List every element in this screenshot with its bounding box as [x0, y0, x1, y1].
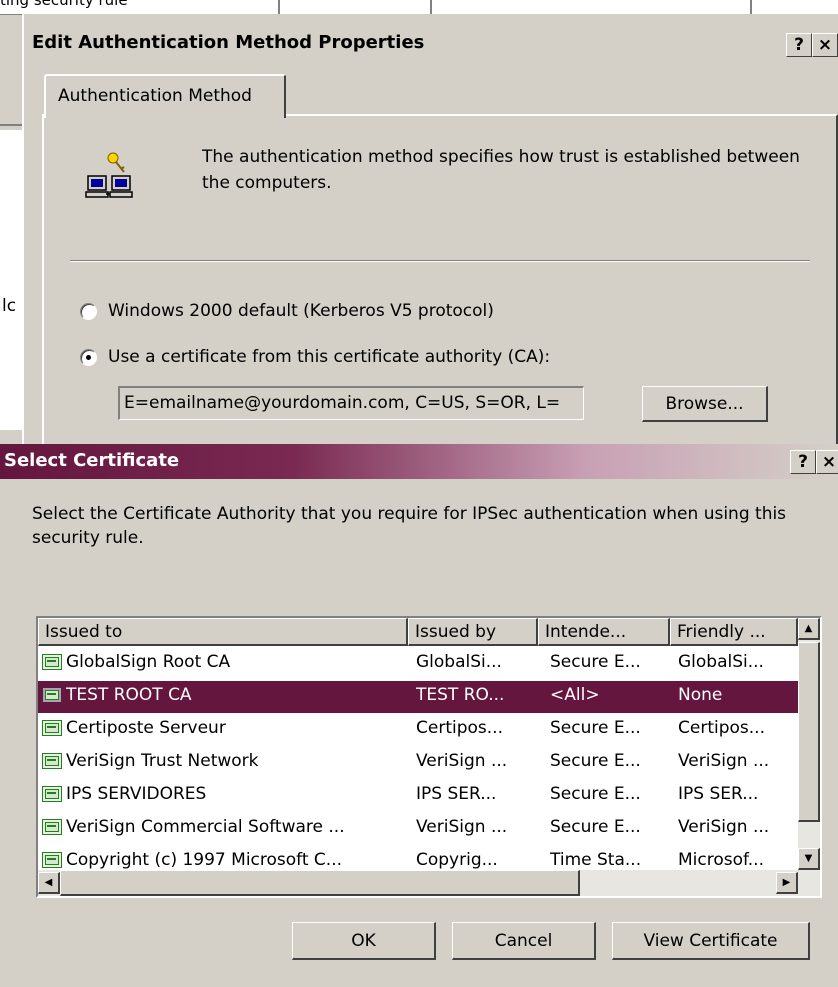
friendly-name-cell: Microsof...: [678, 850, 764, 870]
column-header-intended-purposes[interactable]: Intende...: [538, 618, 670, 646]
vertical-scrollbar[interactable]: ▲ ▼: [798, 618, 820, 870]
background-window-text: ting security rule: [0, 0, 128, 9]
edit-authentication-dialog: Edit Authentication Method Properties ? …: [22, 14, 838, 456]
method-description: The authentication method specifies how …: [202, 147, 800, 193]
intended-purposes-cell: Secure E...: [550, 784, 641, 804]
kerberos-radio[interactable]: [80, 302, 97, 320]
background-divider: [430, 0, 432, 14]
dialog-title: Select Certificate: [4, 450, 180, 471]
list-header: Issued to Issued by Intende... Friendly …: [38, 618, 798, 646]
issued-by-cell: GlobalSi...: [416, 652, 502, 672]
table-row[interactable]: GlobalSign Root CA GlobalSi... Secure E.…: [38, 648, 798, 680]
background-divider: [0, 124, 22, 126]
vertical-scroll-thumb[interactable]: [798, 642, 820, 822]
column-header-issued-to[interactable]: Issued to: [38, 618, 408, 646]
certificate-icon: [42, 786, 62, 802]
intended-purposes-cell: Time Sta...: [550, 850, 642, 870]
view-certificate-button[interactable]: View Certificate: [612, 922, 810, 960]
friendly-name-cell: Certipos...: [678, 718, 765, 738]
certificate-icon: [42, 654, 62, 670]
issued-to-cell: Copyright (c) 1997 Microsoft C...: [66, 850, 343, 870]
background-divider: [750, 0, 752, 14]
close-button[interactable]: ×: [816, 450, 838, 474]
certificate-option[interactable]: Use a certificate from this certificate …: [80, 345, 550, 369]
certificate-icon: [42, 687, 62, 703]
issued-to-cell: TEST ROOT CA: [66, 685, 192, 705]
tab-authentication-method[interactable]: Authentication Method: [44, 74, 286, 118]
issued-by-cell: TEST RO...: [416, 685, 505, 705]
issued-by-cell: Certipos...: [416, 718, 503, 738]
certificate-radio[interactable]: [80, 348, 97, 366]
scroll-up-arrow-icon[interactable]: ▲: [798, 618, 820, 640]
table-row[interactable]: Copyright (c) 1997 Microsoft C... Copyri…: [38, 846, 798, 870]
instruction-text: Select the Certificate Authority that yo…: [32, 504, 787, 548]
tab-label: Authentication Method: [58, 86, 252, 106]
certificate-label: Use a certificate from this certificate …: [108, 347, 551, 367]
scroll-right-arrow-icon[interactable]: ▶: [776, 872, 798, 894]
friendly-name-cell: VeriSign ...: [678, 751, 770, 771]
issued-to-cell: IPS SERVIDORES: [66, 784, 207, 804]
select-certificate-dialog: Select Certificate ? × Select the Certif…: [0, 444, 838, 987]
intended-purposes-cell: <All>: [550, 685, 600, 705]
background-window-text: lc: [2, 296, 17, 316]
issued-by-cell: Copyrig...: [416, 850, 498, 870]
certificate-icon: [42, 819, 62, 835]
table-row[interactable]: Certiposte Serveur Certipos... Secure E.…: [38, 714, 798, 746]
intended-purposes-cell: Secure E...: [550, 751, 641, 771]
certificate-list[interactable]: Issued to Issued by Intende... Friendly …: [36, 616, 822, 898]
issued-to-cell: GlobalSign Root CA: [66, 652, 231, 672]
browse-button[interactable]: Browse...: [642, 386, 768, 422]
certificate-icon: [42, 852, 62, 868]
friendly-name-cell: IPS SER...: [678, 784, 759, 804]
table-row-selected[interactable]: TEST ROOT CA TEST RO... <All> None: [38, 681, 798, 713]
scroll-down-arrow-icon[interactable]: ▼: [798, 848, 820, 870]
ok-button[interactable]: OK: [292, 922, 436, 960]
ca-name-field[interactable]: E=emailname@yourdomain.com, C=US, S=OR, …: [118, 386, 584, 420]
issued-by-cell: VeriSign ...: [416, 817, 508, 837]
intended-purposes-cell: Secure E...: [550, 718, 641, 738]
title-bar: Select Certificate ? ×: [0, 444, 838, 479]
close-button[interactable]: ×: [812, 33, 838, 57]
issued-by-cell: IPS SER...: [416, 784, 497, 804]
friendly-name-cell: None: [678, 685, 723, 705]
background-window-edge: lc: [0, 130, 23, 430]
title-bar: Edit Authentication Method Properties ? …: [24, 27, 838, 61]
help-button[interactable]: ?: [790, 450, 816, 474]
issued-to-cell: Certiposte Serveur: [66, 718, 226, 738]
kerberos-option[interactable]: Windows 2000 default (Kerberos V5 protoc…: [80, 299, 494, 323]
column-header-issued-by[interactable]: Issued by: [408, 618, 538, 646]
kerberos-label: Windows 2000 default (Kerberos V5 protoc…: [108, 301, 494, 321]
certificate-icon: [42, 753, 62, 769]
background-window-strip: ting security rule: [0, 0, 838, 15]
friendly-name-cell: VeriSign ...: [678, 817, 770, 837]
background-divider: [278, 0, 280, 14]
friendly-name-cell: GlobalSi...: [678, 652, 764, 672]
certificate-icon: [42, 720, 62, 736]
issued-by-cell: VeriSign ...: [416, 751, 508, 771]
scroll-left-arrow-icon[interactable]: ◀: [38, 872, 60, 894]
intended-purposes-cell: Secure E...: [550, 652, 641, 672]
table-row[interactable]: IPS SERVIDORES IPS SER... Secure E... IP…: [38, 780, 798, 812]
table-row[interactable]: VeriSign Trust Network VeriSign ... Secu…: [38, 747, 798, 779]
horizontal-scrollbar[interactable]: ◀ ▶: [38, 870, 820, 896]
computers-key-icon: [85, 152, 133, 198]
horizontal-scroll-thumb[interactable]: [60, 870, 580, 896]
dialog-title: Edit Authentication Method Properties: [32, 32, 425, 53]
table-row[interactable]: VeriSign Commercial Software ... VeriSig…: [38, 813, 798, 845]
separator: [70, 260, 810, 262]
issued-to-cell: VeriSign Trust Network: [66, 751, 259, 771]
cancel-button[interactable]: Cancel: [452, 922, 596, 960]
issued-to-cell: VeriSign Commercial Software ...: [66, 817, 345, 837]
help-button[interactable]: ?: [786, 33, 812, 57]
column-header-friendly-name[interactable]: Friendly ...: [670, 618, 798, 646]
intended-purposes-cell: Secure E...: [550, 817, 641, 837]
